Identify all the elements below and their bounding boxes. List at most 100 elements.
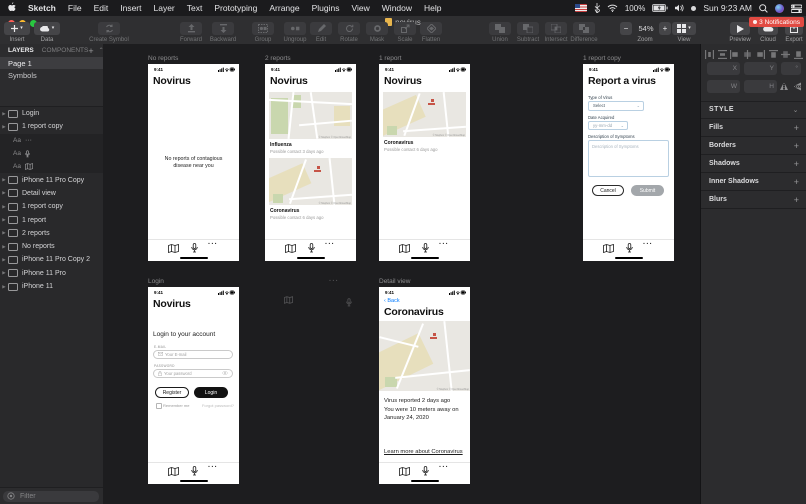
artboard-label[interactable]: Login xyxy=(148,278,164,285)
artboard-label[interactable]: 1 report xyxy=(379,55,401,62)
artboard-login[interactable]: Login 9:41 Novirus Login to your account… xyxy=(148,287,239,484)
spotlight-search-icon[interactable] xyxy=(759,4,768,13)
ungroup-button[interactable] xyxy=(284,22,306,35)
register-button[interactable]: Register xyxy=(155,387,189,398)
report-meta[interactable]: Possible contact 3 days ago xyxy=(270,149,324,154)
page-title[interactable]: Report a virus xyxy=(588,75,656,87)
more-tab-icon[interactable]: ··· xyxy=(208,464,218,471)
mic-tab-icon[interactable] xyxy=(422,243,429,253)
height-field[interactable]: H xyxy=(744,80,777,93)
mask-button[interactable] xyxy=(366,22,388,35)
layer-row-text-map[interactable]: Aa xyxy=(0,160,103,173)
layer-row-detail-view[interactable]: ▶Detail view xyxy=(0,187,103,200)
date-acquired-select[interactable]: yy-mm-dd⌄ xyxy=(588,121,628,130)
menu-item-insert[interactable]: Insert xyxy=(120,3,141,13)
detail-body-text[interactable]: Virus reported 2 days ago You were 10 me… xyxy=(384,397,459,423)
tab-components[interactable]: COMPONENTS xyxy=(42,47,89,54)
layer-row-login[interactable]: ▶Login xyxy=(0,107,103,120)
more-tab-icon[interactable]: ··· xyxy=(439,464,449,471)
email-input[interactable]: Your E-mail xyxy=(153,350,233,360)
disclosure-triangle-icon[interactable]: ▶ xyxy=(0,217,8,223)
add-border-button[interactable]: + xyxy=(794,141,799,151)
control-center-icon[interactable] xyxy=(791,4,802,13)
menu-bar-clock[interactable]: Sun 9:23 AM xyxy=(703,3,752,13)
artboard-2-reports[interactable]: 2 reports 9:41 Novirus © Mapbox © OpenSt… xyxy=(265,64,356,261)
shadows-section[interactable]: Shadows+ xyxy=(709,156,799,171)
apple-menu-icon[interactable] xyxy=(8,2,16,14)
show-password-eye-icon[interactable] xyxy=(222,371,228,375)
rotation-field[interactable]: ° xyxy=(781,62,801,75)
report-meta[interactable]: Possible contact 6 days ago xyxy=(384,147,438,152)
artboard-label[interactable]: 1 report copy xyxy=(583,55,621,62)
app-title[interactable]: Novirus xyxy=(153,75,191,87)
difference-button[interactable] xyxy=(573,22,595,35)
disclosure-triangle-icon[interactable]: ▶ xyxy=(0,177,8,183)
mic-tab-icon[interactable] xyxy=(191,243,198,253)
notifications-badge[interactable]: 3 Notifications xyxy=(749,17,804,27)
map-tab-icon[interactable] xyxy=(285,244,296,253)
more-tab-icon[interactable]: ··· xyxy=(208,241,218,248)
back-button[interactable]: ‹ Back xyxy=(384,298,400,304)
report-map-coronavirus[interactable]: © Mapbox © OpenStreetMap xyxy=(269,158,352,205)
page-item-page1[interactable]: Page 1 xyxy=(0,57,103,69)
layer-row-iphone11[interactable]: ▶iPhone 11 xyxy=(0,280,103,293)
layer-row-1-report[interactable]: ▶1 report xyxy=(0,213,103,226)
menu-item-sketch[interactable]: Sketch xyxy=(28,3,56,13)
wifi-icon[interactable] xyxy=(607,4,618,12)
artboard-no-reports[interactable]: No reports 9:41 Novirus No reports of co… xyxy=(148,64,239,261)
map-tab-icon[interactable] xyxy=(168,244,179,253)
forgot-password-link[interactable]: Forgot password? xyxy=(202,403,234,408)
preview-button[interactable] xyxy=(730,22,750,35)
flip-vertical-button[interactable] xyxy=(792,80,803,93)
view-button[interactable]: ▾ xyxy=(672,22,696,35)
add-page-button[interactable]: + xyxy=(88,46,93,56)
forward-button[interactable] xyxy=(180,22,202,35)
tab-layers[interactable]: LAYERS xyxy=(8,47,34,54)
artboard-report-a-virus[interactable]: 1 report copy 9:41 Report a virus Type o… xyxy=(583,64,674,261)
disclosure-triangle-icon[interactable]: ▶ xyxy=(0,111,8,117)
report-name[interactable]: Coronavirus xyxy=(384,140,413,146)
zoom-level-value[interactable]: 54% xyxy=(634,22,658,35)
app-title[interactable]: Novirus xyxy=(270,75,308,87)
align-top-icon[interactable] xyxy=(769,50,778,59)
learn-more-link[interactable]: Learn more about Coronavirus xyxy=(384,449,463,455)
artboard-1-report[interactable]: 1 report 9:41 Novirus © Mapbox © OpenStr… xyxy=(379,64,470,261)
page-item-symbols[interactable]: Symbols xyxy=(0,69,103,81)
login-heading[interactable]: Login to your account xyxy=(153,331,215,338)
input-source-flag-icon[interactable] xyxy=(575,4,587,12)
union-button[interactable] xyxy=(489,22,511,35)
map-tab-icon[interactable] xyxy=(399,244,410,253)
map-tab-icon[interactable] xyxy=(399,467,410,476)
layer-row-text-ellipsis[interactable]: Aa··· xyxy=(0,134,103,147)
menu-item-window[interactable]: Window xyxy=(382,3,412,13)
detail-map[interactable]: © Mapbox © OpenStreetMap xyxy=(379,321,470,391)
style-section-header[interactable]: STYLE⌄ xyxy=(709,102,799,117)
zoom-in-button[interactable]: + xyxy=(659,22,671,35)
intersect-button[interactable] xyxy=(545,22,567,35)
map-tab-icon[interactable] xyxy=(168,467,179,476)
x-position-field[interactable]: X xyxy=(707,62,740,75)
more-tab-icon[interactable]: ··· xyxy=(325,241,335,248)
menu-item-help[interactable]: Help xyxy=(424,3,441,13)
align-bottom-icon[interactable] xyxy=(794,50,803,59)
cancel-button[interactable]: Cancel xyxy=(592,185,624,196)
more-tab-icon[interactable]: ··· xyxy=(439,241,449,248)
flatten-button[interactable] xyxy=(420,22,442,35)
distribute-horizontally-icon[interactable] xyxy=(705,50,714,59)
artboard-detail-view[interactable]: Detail view 9:41 ‹ Back Coronavirus © Ma… xyxy=(379,287,470,484)
mic-tab-icon[interactable] xyxy=(422,466,429,476)
more-tab-icon[interactable]: ··· xyxy=(643,241,653,248)
layer-row-iphone11-pro-copy[interactable]: ▶iPhone 11 Pro Copy xyxy=(0,173,103,186)
artboard-label[interactable]: No reports xyxy=(148,55,178,62)
data-button[interactable]: ▾ xyxy=(34,22,60,35)
loose-mic-layer[interactable] xyxy=(346,298,352,307)
app-title[interactable]: Novirus xyxy=(153,298,191,310)
remember-me-label[interactable]: Remember me xyxy=(163,403,189,408)
create-symbol-button[interactable] xyxy=(98,22,120,35)
fills-section[interactable]: Fills+ xyxy=(709,120,799,135)
borders-section[interactable]: Borders+ xyxy=(709,138,799,153)
layer-row-2-reports[interactable]: ▶2 reports xyxy=(0,227,103,240)
menu-item-arrange[interactable]: Arrange xyxy=(269,3,299,13)
distribute-vertically-icon[interactable] xyxy=(718,50,727,59)
y-position-field[interactable]: Y xyxy=(744,62,777,75)
